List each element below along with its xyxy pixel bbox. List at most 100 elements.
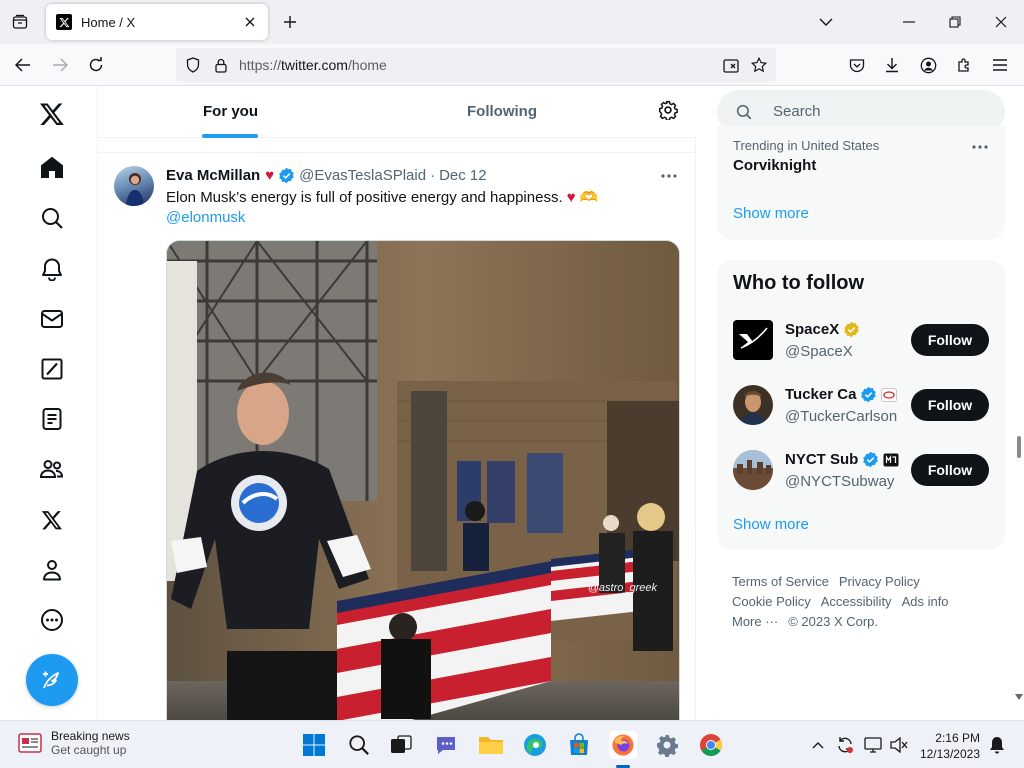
browser-tab[interactable]: Home / X <box>46 4 268 40</box>
new-tab-icon[interactable] <box>280 12 300 32</box>
communities-icon[interactable] <box>36 453 68 485</box>
more-icon[interactable] <box>36 604 68 636</box>
follow-suggestion-tuckercarlson[interactable]: Tucker Ca @TuckerCarlson Follow <box>717 381 1005 441</box>
follow-suggestion-nyctsubway[interactable]: NYCT Sub @NYCTSubway Follow <box>717 446 1005 506</box>
spacex-avatar[interactable] <box>733 320 773 360</box>
scroll-down-arrow-icon[interactable] <box>1015 694 1023 700</box>
display-icon[interactable] <box>860 731 886 759</box>
right-sidebar: Search Trending in United States Corvikn… <box>697 86 1024 720</box>
affiliate-badge-icon <box>881 387 898 402</box>
menu-hamburger-icon[interactable] <box>989 54 1011 76</box>
downloads-icon[interactable] <box>881 54 903 76</box>
verified-badge-icon <box>862 451 879 468</box>
tab-following[interactable]: Following <box>467 103 537 120</box>
explore-icon[interactable] <box>36 202 68 234</box>
compose-post-button[interactable] <box>26 654 78 706</box>
search-icon[interactable] <box>345 731 373 759</box>
browser-tab-bar: Home / X <box>0 0 1024 44</box>
x-logo-icon[interactable] <box>36 98 68 130</box>
news-subtitle: Get caught up <box>51 743 127 757</box>
premium-icon[interactable] <box>36 504 68 536</box>
system-clock[interactable]: 2:16 PM 12/13/2023 <box>918 730 980 762</box>
tweet-video[interactable]: @astro_greek <box>166 240 680 720</box>
account-icon[interactable] <box>917 54 939 76</box>
page-scrollbar[interactable] <box>1014 86 1024 720</box>
footer-link[interactable]: Accessibility <box>821 594 892 609</box>
search-icon <box>735 103 753 121</box>
author-name[interactable]: Eva McMillan <box>166 167 260 184</box>
follow-button[interactable]: Follow <box>911 389 989 421</box>
trend-more-icon[interactable] <box>971 138 991 158</box>
who-to-follow-show-more-link[interactable]: Show more <box>733 516 809 533</box>
microsoft-store-icon[interactable] <box>565 731 593 759</box>
messages-icon[interactable] <box>36 303 68 335</box>
scroll-thumb[interactable] <box>1017 436 1021 458</box>
lists-icon[interactable] <box>36 403 68 435</box>
task-view-icon[interactable] <box>387 731 415 759</box>
pocket-icon[interactable] <box>846 54 868 76</box>
restore-icon[interactable] <box>944 12 966 32</box>
home-icon[interactable] <box>36 151 68 183</box>
gear-icon[interactable] <box>658 100 680 122</box>
volume-muted-icon[interactable] <box>886 731 912 759</box>
tweet-date[interactable]: Dec 12 <box>439 167 487 184</box>
follow-button[interactable]: Follow <box>911 324 989 356</box>
notifications-icon[interactable] <box>36 253 68 285</box>
profile-icon[interactable] <box>36 554 68 586</box>
show-hidden-icons-chevron-icon[interactable] <box>808 731 828 759</box>
list-all-tabs-icon[interactable] <box>816 12 836 32</box>
screenshot-icon[interactable] <box>722 57 740 75</box>
verified-badge-icon <box>860 386 877 403</box>
sync-icon[interactable] <box>832 731 858 759</box>
close-tab-icon[interactable] <box>240 12 260 32</box>
tweet-body: Elon Musk’s energy is full of positive e… <box>166 189 563 206</box>
notification-center-icon[interactable] <box>984 731 1010 759</box>
follow-suggestion-spacex[interactable]: SpaceX @SpaceX Follow <box>717 316 1005 376</box>
grok-icon[interactable] <box>36 353 68 385</box>
suggestion-handle: @TuckerCarlson <box>785 408 898 425</box>
file-explorer-icon[interactable] <box>477 731 505 759</box>
news-title: Breaking news <box>51 729 130 743</box>
author-avatar[interactable] <box>114 166 154 206</box>
who-to-follow-title: Who to follow <box>733 272 865 294</box>
footer-link[interactable]: Cookie Policy <box>732 594 811 609</box>
author-handle[interactable]: @EvasTeslaSPlaid <box>299 167 426 184</box>
footer-link[interactable]: Terms of Service <box>732 574 829 589</box>
tweet-more-icon[interactable] <box>660 167 680 187</box>
extensions-icon[interactable] <box>953 54 975 76</box>
bookmark-star-icon[interactable] <box>750 56 768 74</box>
firefox-view-icon[interactable] <box>10 12 30 32</box>
footer-more-link[interactable]: More ··· <box>732 614 778 629</box>
tuckercarlson-avatar[interactable] <box>733 385 773 425</box>
address-bar[interactable]: https://twitter.com/home <box>176 48 776 82</box>
back-icon[interactable] <box>12 54 34 76</box>
tab-for-you[interactable]: For you <box>203 103 258 120</box>
edge-browser-icon[interactable] <box>521 731 549 759</box>
footer-link[interactable]: Privacy Policy <box>839 574 920 589</box>
close-window-icon[interactable] <box>990 12 1012 32</box>
minimize-icon[interactable] <box>898 12 920 32</box>
news-icon <box>18 732 42 754</box>
suggestion-name: Tucker Ca <box>785 386 898 403</box>
tracking-protection-icon[interactable] <box>184 56 202 74</box>
trend-name[interactable]: Corviknight <box>733 157 816 174</box>
windows-start-icon[interactable] <box>300 731 328 759</box>
tab-title: Home / X <box>81 14 136 30</box>
mention-link[interactable]: @elonmusk <box>166 209 245 226</box>
lock-icon[interactable] <box>212 56 230 74</box>
header-separator: · <box>430 167 436 184</box>
reload-icon[interactable] <box>85 54 107 76</box>
chrome-browser-icon[interactable] <box>697 731 725 759</box>
news-widget[interactable]: Breaking news Get caught up <box>18 729 130 757</box>
firefox-icon[interactable] <box>609 731 637 759</box>
suggestion-name: SpaceX <box>785 321 860 338</box>
follow-button[interactable]: Follow <box>911 454 989 486</box>
mta-badge-icon <box>883 453 899 467</box>
trends-show-more-link[interactable]: Show more <box>733 205 809 222</box>
footer-link[interactable]: Ads info <box>902 594 949 609</box>
settings-gear-icon[interactable] <box>653 731 681 759</box>
feed-tabs: For you Following <box>98 86 696 138</box>
nyctsubway-avatar[interactable] <box>733 450 773 490</box>
teams-chat-icon[interactable] <box>432 731 460 759</box>
video-watermark: @astro_greek <box>588 582 658 594</box>
